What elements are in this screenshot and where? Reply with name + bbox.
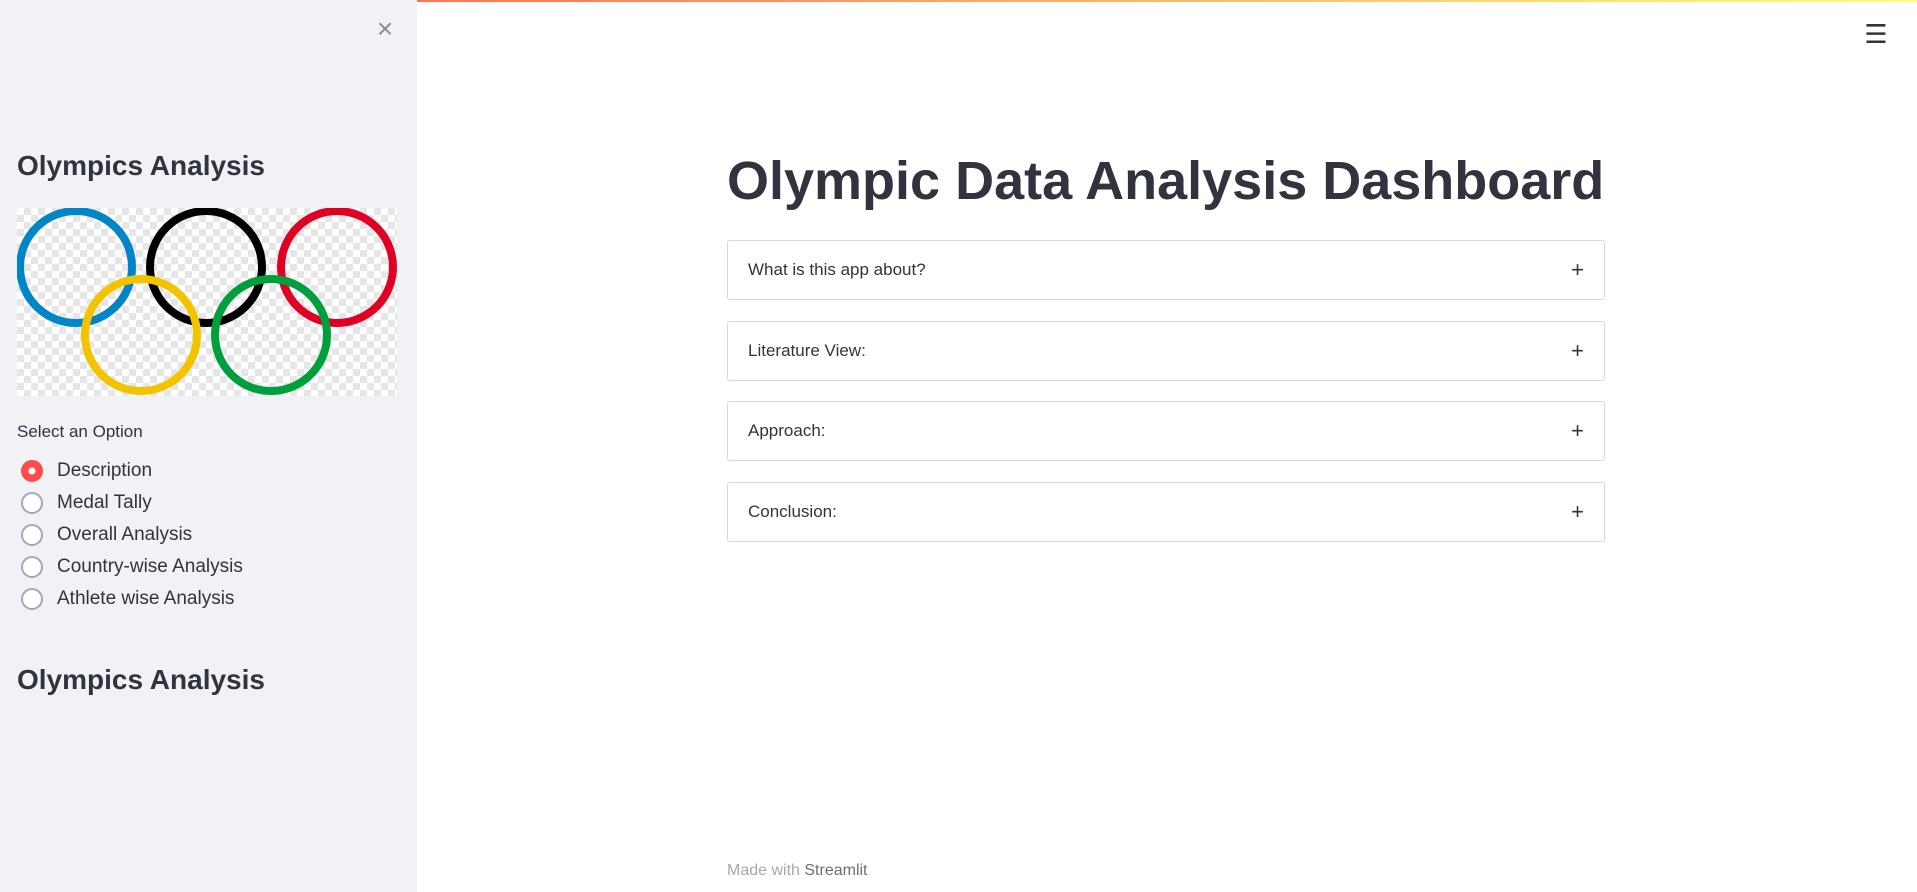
option-radio-group: Description Medal Tally Overall Analysis… [17,455,243,615]
expander-literature-view[interactable]: Literature View: + [727,321,1605,381]
streamlit-link[interactable]: Streamlit [804,862,867,879]
hamburger-menu-icon[interactable]: ☰ [1864,21,1888,47]
green-ring [211,275,331,395]
plus-icon: + [1571,338,1584,363]
footer: Made with Streamlit [727,862,868,880]
page-title: Olympic Data Analysis Dashboard [727,151,1605,211]
olympic-rings-logo [17,208,397,396]
sidebar-subtitle: Olympics Analysis [17,664,265,695]
radio-option-label: Athlete wise Analysis [57,588,235,609]
radio-option-athlete-wise-analysis[interactable]: Athlete wise Analysis [17,583,243,615]
radio-option-label: Medal Tally [57,492,152,513]
radio-checked-icon[interactable] [21,460,43,482]
expander-conclusion[interactable]: Conclusion: + [727,482,1605,542]
expander-label: What is this app about? [748,260,926,279]
expander-label: Approach: [748,421,826,440]
radio-option-label: Description [57,460,153,481]
footer-prefix: Made with [727,862,800,879]
radio-group-label: Select an Option [17,422,143,441]
radio-option-label: Country-wise Analysis [57,556,243,577]
radio-unchecked-icon[interactable] [21,492,43,514]
radio-option-description[interactable]: Description [17,455,243,487]
sidebar: × Olympics Analysis Select an Option Des… [0,0,417,892]
radio-option-medal-tally[interactable]: Medal Tally [17,487,243,519]
black-ring [146,208,266,327]
expander-approach[interactable]: Approach: + [727,401,1605,461]
plus-icon: + [1571,257,1584,282]
radio-option-overall-analysis[interactable]: Overall Analysis [17,519,243,551]
expander-label: Conclusion: [748,502,837,521]
expander-about[interactable]: What is this app about? + [727,240,1605,300]
blue-ring [17,208,136,327]
plus-icon: + [1571,418,1584,443]
plus-icon: + [1571,499,1584,524]
radio-option-country-wise-analysis[interactable]: Country-wise Analysis [17,551,243,583]
red-ring [277,208,397,327]
close-sidebar-icon[interactable]: × [372,15,398,43]
sidebar-title: Olympics Analysis [17,150,265,181]
expander-label: Literature View: [748,341,866,360]
radio-unchecked-icon[interactable] [21,588,43,610]
radio-option-label: Overall Analysis [57,524,193,545]
yellow-ring [81,275,201,395]
radio-unchecked-icon[interactable] [21,524,43,546]
radio-unchecked-icon[interactable] [21,556,43,578]
